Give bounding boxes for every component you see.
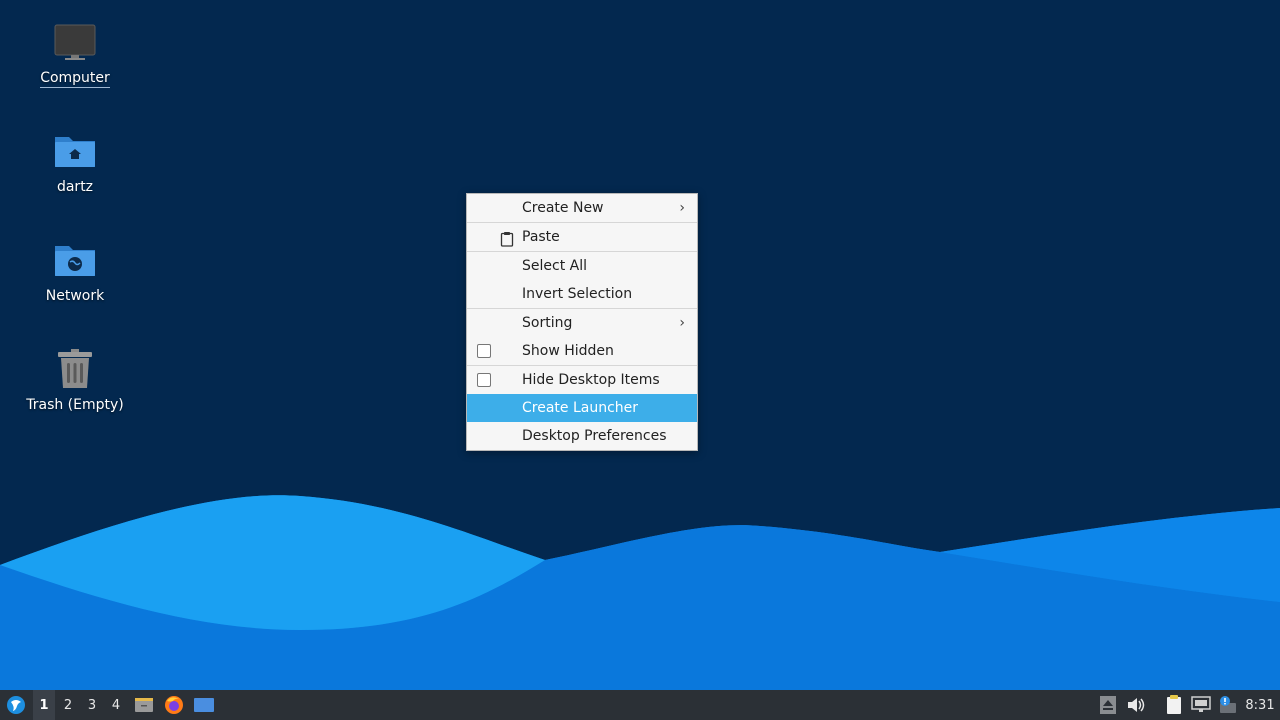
desktop-icon-label: dartz xyxy=(56,179,94,195)
network-button[interactable] xyxy=(1190,690,1212,720)
clipboard-icon xyxy=(500,229,516,247)
desktop-icon-network[interactable]: Network xyxy=(0,236,150,304)
firefox-icon xyxy=(165,696,183,714)
network-folder-icon xyxy=(51,236,99,284)
firefox-launcher[interactable] xyxy=(163,690,185,720)
menu-item-show-hidden[interactable]: Show Hidden xyxy=(467,337,697,366)
monitor-icon xyxy=(51,18,99,66)
menu-item-hide-desktop-items[interactable]: Hide Desktop Items xyxy=(467,366,697,394)
workspace-2[interactable]: 2 xyxy=(57,690,79,720)
workspace-label: 1 xyxy=(39,697,49,713)
network-icon xyxy=(1191,696,1211,712)
menu-item-label: Paste xyxy=(522,229,560,245)
notification-button[interactable] xyxy=(1216,690,1238,720)
show-hidden-checkbox[interactable] xyxy=(476,343,492,359)
file-manager-launcher[interactable] xyxy=(133,690,155,720)
menu-item-paste[interactable]: Paste xyxy=(467,223,697,252)
menu-item-label: Create Launcher xyxy=(522,400,639,416)
workspace-3[interactable]: 3 xyxy=(81,690,103,720)
desktop-icon-label: Network xyxy=(45,288,105,304)
menu-item-label: Create New xyxy=(522,200,604,216)
desktop-icon-computer[interactable]: Computer xyxy=(0,18,150,88)
chevron-right-icon: › xyxy=(679,315,685,331)
menu-item-label: Select All xyxy=(522,258,587,274)
clock[interactable]: 8:31 xyxy=(1244,690,1276,720)
workspace-label: 2 xyxy=(63,697,73,713)
menu-item-desktop-preferences[interactable]: Desktop Preferences xyxy=(467,422,697,450)
home-folder-icon xyxy=(51,127,99,175)
clipboard-manager-button[interactable] xyxy=(1163,690,1185,720)
desktop-icon-label: Trash (Empty) xyxy=(26,397,124,413)
hide-desktop-items-checkbox[interactable] xyxy=(476,372,492,388)
notification-icon xyxy=(1220,696,1236,713)
taskbar: 1 2 3 4 8:31 xyxy=(0,690,1280,720)
menu-item-label: Hide Desktop Items xyxy=(522,372,660,388)
start-menu-icon xyxy=(7,696,25,714)
menu-item-invert-selection[interactable]: Invert Selection xyxy=(467,280,697,309)
eject-icon xyxy=(1100,696,1116,714)
menu-item-create-launcher[interactable]: Create Launcher xyxy=(467,394,697,422)
menu-item-select-all[interactable]: Select All xyxy=(467,252,697,280)
workspace-1[interactable]: 1 xyxy=(33,690,55,720)
eject-button[interactable] xyxy=(1098,690,1118,720)
file-manager-icon xyxy=(135,698,153,712)
show-desktop-icon xyxy=(194,698,214,712)
app-menu-button[interactable] xyxy=(2,690,30,720)
volume-button[interactable] xyxy=(1126,690,1146,720)
workspace-4[interactable]: 4 xyxy=(105,690,127,720)
desktop-icon-home[interactable]: dartz xyxy=(0,127,150,195)
menu-item-label: Invert Selection xyxy=(522,286,633,302)
show-desktop-launcher[interactable] xyxy=(193,690,215,720)
desktop-icon-trash[interactable]: Trash (Empty) xyxy=(0,345,150,413)
desktop-context-menu: Create New › Paste Select All Invert Sel… xyxy=(466,193,698,451)
trash-icon xyxy=(51,345,99,393)
volume-icon xyxy=(1128,698,1145,712)
workspace-label: 4 xyxy=(111,697,121,713)
menu-item-create-new[interactable]: Create New › xyxy=(467,194,697,223)
workspace-label: 3 xyxy=(87,697,97,713)
desktop-icon-label: Computer xyxy=(40,70,110,88)
menu-item-label: Desktop Preferences xyxy=(522,428,667,444)
chevron-right-icon: › xyxy=(679,200,685,216)
clipboard-manager-icon xyxy=(1167,695,1181,714)
menu-item-sorting[interactable]: Sorting › xyxy=(467,309,697,337)
menu-item-label: Show Hidden xyxy=(522,343,614,359)
clock-time: 8:31 xyxy=(1245,697,1275,713)
menu-item-label: Sorting xyxy=(522,315,573,331)
